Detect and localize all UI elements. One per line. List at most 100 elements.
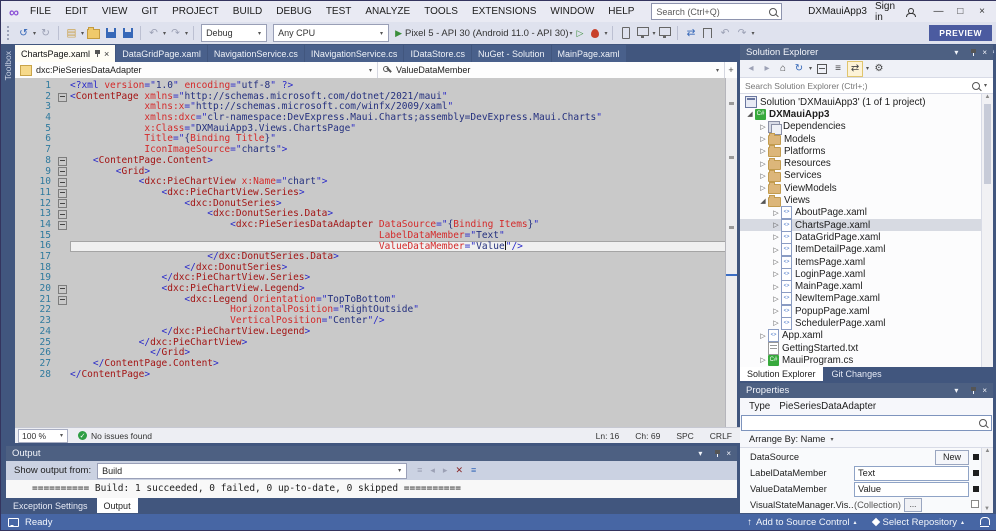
tree-item-chartspage-xaml[interactable]: ▷ChartsPage.xaml — [740, 219, 993, 231]
tree-scroll-up-icon[interactable]: ▲ — [985, 94, 991, 100]
navbar-type-select[interactable]: dxc:PieSeriesDataAdapter ▾ — [15, 62, 378, 78]
panel-tab-exception-settings[interactable]: Exception Settings — [6, 498, 95, 513]
menu-extensions[interactable]: EXTENSIONS — [465, 6, 543, 17]
hot-reload-icon[interactable] — [587, 25, 602, 41]
start-without-debugging-icon[interactable]: ▷ — [577, 28, 584, 39]
quick-search-input[interactable]: Search (Ctrl+Q) — [651, 3, 782, 20]
indicator-square-icon[interactable] — [973, 470, 979, 476]
line-ending-indicator[interactable]: CRLF — [710, 431, 732, 441]
redo-icon[interactable]: ↷ — [168, 25, 183, 41]
solution-explorer-search-input[interactable]: Search Solution Explorer (Ctrl+;) ▾ — [740, 78, 993, 94]
tab-close-icon[interactable]: × — [104, 49, 109, 59]
solution-explorer-pin-icon[interactable] — [973, 49, 974, 56]
indicator-square-icon[interactable] — [971, 500, 979, 508]
tab-datagridpage-xaml[interactable]: DataGridPage.xaml — [116, 45, 207, 62]
menu-view[interactable]: VIEW — [95, 6, 135, 17]
se-back-icon[interactable]: ◂ — [744, 62, 758, 76]
panel-tab-git-changes[interactable]: Git Changes — [825, 367, 889, 381]
menu-edit[interactable]: EDIT — [58, 6, 95, 17]
navbar-member-select[interactable]: ValueDataMember ▾ — [378, 62, 724, 78]
code-line-24[interactable]: 24 </dxc:PieChartView.Legend> — [15, 327, 726, 338]
tree-scroll-thumb[interactable] — [984, 104, 991, 184]
live-visual-tree-icon[interactable] — [657, 25, 672, 41]
device-dropdown-icon[interactable]: ▾ — [652, 30, 655, 37]
properties-scrollbar[interactable]: ▲ ▼ — [981, 448, 993, 513]
device-manager-icon[interactable] — [635, 25, 650, 41]
run-target-label[interactable]: Pixel 5 - API 30 (Android 11.0 - API 30) — [405, 28, 569, 39]
start-debugging-icon[interactable]: ▶ — [395, 28, 402, 39]
chevron-collapsed-icon[interactable]: ▷ — [771, 270, 781, 278]
fold-collapse-icon[interactable] — [58, 167, 67, 176]
property-value-input[interactable]: Text — [854, 466, 969, 481]
toolbox-phone-icon[interactable] — [618, 25, 633, 41]
tree-item-models[interactable]: ▷Models — [740, 133, 993, 145]
tab-chartspage-xaml[interactable]: ChartsPage.xaml× — [15, 45, 115, 62]
ellipsis-button[interactable]: ... — [904, 498, 922, 512]
next-bookmark-icon[interactable]: ↷ — [734, 25, 749, 41]
tree-item-app-xaml[interactable]: ▷App.xaml — [740, 330, 993, 342]
chevron-collapsed-icon[interactable]: ▷ — [758, 147, 768, 155]
chevron-collapsed-icon[interactable]: ▷ — [771, 307, 781, 315]
minimize-button[interactable]: — — [928, 6, 950, 17]
undo-dropdown-icon[interactable]: ▾ — [163, 30, 166, 37]
output-close-icon[interactable]: × — [726, 449, 731, 458]
menu-analyze[interactable]: ANALYZE — [358, 6, 417, 17]
navigate-back-dropdown-icon[interactable]: ▾ — [33, 30, 36, 37]
preview-features-button[interactable]: PREVIEW — [929, 25, 992, 41]
chevron-expanded-icon[interactable]: ◢ — [758, 197, 768, 205]
fold-collapse-icon[interactable] — [58, 178, 67, 187]
tree-item-loginpage-xaml[interactable]: ▷LoginPage.xaml — [740, 268, 993, 280]
notifications-bell-icon[interactable] — [980, 517, 990, 525]
props-scroll-up-icon[interactable]: ▲ — [985, 448, 991, 454]
hot-reload-dropdown-icon[interactable]: ▾ — [604, 30, 607, 37]
save-icon[interactable] — [103, 25, 118, 41]
se-switch-views-icon[interactable]: ↻ — [792, 62, 806, 76]
fold-collapse-icon[interactable] — [58, 189, 67, 198]
toolbar-grip[interactable] — [7, 26, 12, 40]
health-indicator-icon[interactable]: ✓ — [78, 431, 87, 440]
chevron-collapsed-icon[interactable]: ▷ — [771, 246, 781, 254]
property-row-visualstatemanager-vis[interactable]: VisualStateManager.Vis...(Collection)... — [740, 497, 993, 513]
add-to-source-control-button[interactable]: ↑ Add to Source Control ▴ — [747, 517, 856, 528]
tree-item-aboutpage-xaml[interactable]: ▷AboutPage.xaml — [740, 207, 993, 219]
clear-all-icon[interactable]: ✕ — [455, 465, 463, 476]
undo-icon[interactable]: ↶ — [146, 25, 161, 41]
code-editor[interactable]: 1<?xml version="1.0" encoding="utf-8" ?>… — [15, 78, 737, 427]
chevron-collapsed-icon[interactable]: ▷ — [758, 332, 768, 340]
tab-mainpage-xaml[interactable]: MainPage.xaml — [552, 45, 626, 62]
tree-item-newitempage-xaml[interactable]: ▷NewItemPage.xaml — [740, 293, 993, 305]
bookmark-dropdown-icon[interactable]: ▾ — [751, 30, 754, 37]
code-line-28[interactable]: 28</ContentPage> — [15, 370, 726, 381]
properties-dropdown-icon[interactable]: ▾ — [954, 386, 958, 395]
output-dropdown-icon[interactable]: ▾ — [698, 449, 702, 458]
navigate-forward-icon[interactable]: ↻ — [38, 25, 53, 41]
properties-close-icon[interactable]: × — [982, 386, 987, 395]
chevron-collapsed-icon[interactable]: ▷ — [758, 172, 768, 180]
tree-item-viewmodels[interactable]: ▷ViewModels — [740, 182, 993, 194]
find-in-files-icon[interactable]: ⇄ — [683, 25, 698, 41]
se-views-dropdown-icon[interactable]: ▾ — [809, 65, 812, 72]
issues-status[interactable]: No issues found — [91, 431, 152, 441]
tree-item-itemspage-xaml[interactable]: ▷ItemsPage.xaml — [740, 256, 993, 268]
tree-item-views[interactable]: ◢Views — [740, 194, 993, 206]
property-row-datasource[interactable]: DataSourceNew — [740, 449, 993, 465]
tree-item-platforms[interactable]: ▷Platforms — [740, 145, 993, 157]
chevron-collapsed-icon[interactable]: ▷ — [771, 295, 781, 303]
tab-pin-icon[interactable] — [97, 50, 98, 57]
editor-zoom-select[interactable]: 100 % ▾ — [18, 429, 68, 443]
fold-collapse-icon[interactable] — [58, 285, 67, 294]
editor-vertical-scrollbar[interactable] — [725, 78, 737, 427]
chevron-collapsed-icon[interactable]: ▷ — [758, 123, 768, 131]
redo-dropdown-icon[interactable]: ▾ — [185, 30, 188, 37]
navigate-backward-icon[interactable]: ↺ — [16, 25, 31, 41]
fold-collapse-icon[interactable] — [58, 199, 67, 208]
solution-explorer-close-icon[interactable]: × — [982, 48, 987, 57]
tab-idatastore-cs[interactable]: IDataStore.cs — [404, 45, 471, 62]
bookmark-icon[interactable] — [700, 25, 715, 41]
next-message-icon[interactable]: ▸ — [443, 465, 448, 476]
spaces-indicator[interactable]: SPC — [676, 431, 693, 441]
property-row-labeldatamember[interactable]: LabelDataMemberText — [740, 465, 993, 481]
se-show-all-files-icon[interactable]: ≡ — [831, 62, 845, 76]
chevron-collapsed-icon[interactable]: ▷ — [758, 356, 768, 364]
message-filter-icon[interactable]: ≡ — [417, 465, 422, 476]
